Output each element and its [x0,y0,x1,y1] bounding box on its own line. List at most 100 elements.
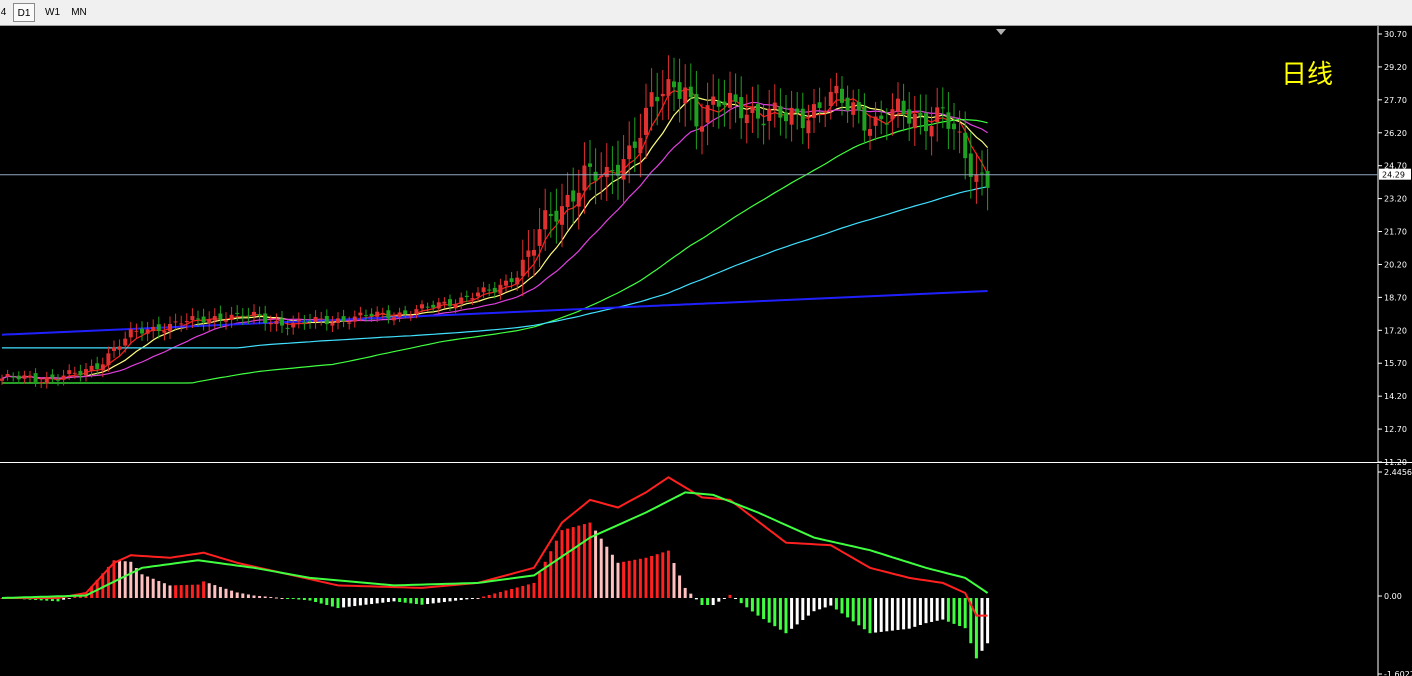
candle-body [408,315,413,317]
macd-bar [829,598,833,606]
candle-body [616,164,620,176]
macd-bar [627,560,631,598]
price-tick-label: 11.20 [1384,458,1407,467]
candle-body [184,321,189,323]
price-tick-label: 21.70 [1384,228,1407,237]
timeframe-w1-button[interactable]: W1 [39,3,66,22]
macd-bar [297,598,301,600]
candle-body [817,102,822,109]
macd-bar [582,524,586,598]
macd-bar [190,584,194,598]
candle-body [308,320,312,322]
macd-bar [414,598,418,605]
stock-chart[interactable]: 30.7029.2027.7026.2024.7023.2021.7020.20… [0,26,1412,676]
macd-bar [398,598,402,603]
candle-body [778,106,783,118]
macd-bar [230,590,234,598]
macd-bar [358,598,362,606]
candle-body [795,108,800,114]
macd-bar [123,561,127,598]
candle-body [156,324,161,331]
candle-body [974,174,979,182]
candle-body [890,109,895,120]
candle-body [632,141,637,148]
macd-bar [269,596,273,598]
candle-body [492,287,497,293]
candle-body [397,312,402,318]
macd-bar [235,592,239,598]
macd-bar [862,598,866,630]
macd-bar [795,598,799,625]
candle-body [980,172,984,174]
candle-body [823,110,828,113]
candle-body [201,316,206,323]
macd-bar [426,598,430,605]
macd-bar [554,540,558,598]
candle-body [918,112,923,117]
macd-bar [213,585,217,598]
macd-bar [274,597,278,599]
candle-body [666,79,671,96]
macd-bar [448,598,452,602]
candle-body [190,316,195,321]
candle-body [464,295,469,298]
candle-body [985,170,990,188]
candle-body [694,93,699,127]
candle-body [224,320,228,322]
macd-bar [851,598,855,622]
macd-bar [571,527,575,598]
candle-body [800,108,805,129]
chart-shift-marker-icon[interactable] [996,29,1006,35]
macd-bar [454,598,458,601]
macd-bar [818,598,822,610]
candle-body [812,104,816,118]
moving-averages [1,88,989,384]
macd-bar [885,598,889,632]
timeframe-d1-button[interactable]: D1 [13,3,35,22]
candle-body [240,315,245,318]
macd-bar [840,598,844,614]
candle-body [644,107,648,135]
macd-bar [683,587,687,598]
candle-body [369,313,374,317]
candle-body [151,326,156,332]
candle-body [274,320,279,325]
candle-body [72,372,77,374]
candle-body [537,229,542,246]
macd-bar [958,598,962,627]
candle-body [896,98,900,112]
macd-bar [711,598,715,606]
candle-body [509,278,514,283]
candle-body [235,312,240,314]
candle-body [403,310,408,315]
candle-body [957,131,962,133]
candle-body [39,382,44,384]
macd-bar [521,585,525,598]
candle-body [442,301,447,304]
macd-bar [330,598,334,607]
macd-bar [672,563,676,598]
timeframe-h4-button[interactable]: 4 [0,3,8,22]
candle-body [95,363,100,370]
macd-bar [773,598,777,627]
macd-bar [935,598,939,621]
macd-bar [605,546,609,598]
macd-panel: 2.4456 0.00 -1.6027 [0,464,1412,676]
timeframe-mn-button[interactable]: MN [66,3,92,22]
candle-body [436,302,441,309]
moving-average-line [2,119,988,384]
macd-bar [174,585,178,598]
candle-body [218,313,223,320]
candle-body [280,318,284,326]
candle-body [380,312,385,314]
candle-body [672,81,676,88]
macd-bar [890,598,894,631]
candle-body [448,299,452,307]
candle-body [526,250,531,257]
candle-body [705,105,710,123]
candle-body [324,315,329,325]
macd-bar [526,584,530,598]
candle-body [761,123,766,126]
candle-body [504,280,508,286]
candle-body [196,318,200,320]
